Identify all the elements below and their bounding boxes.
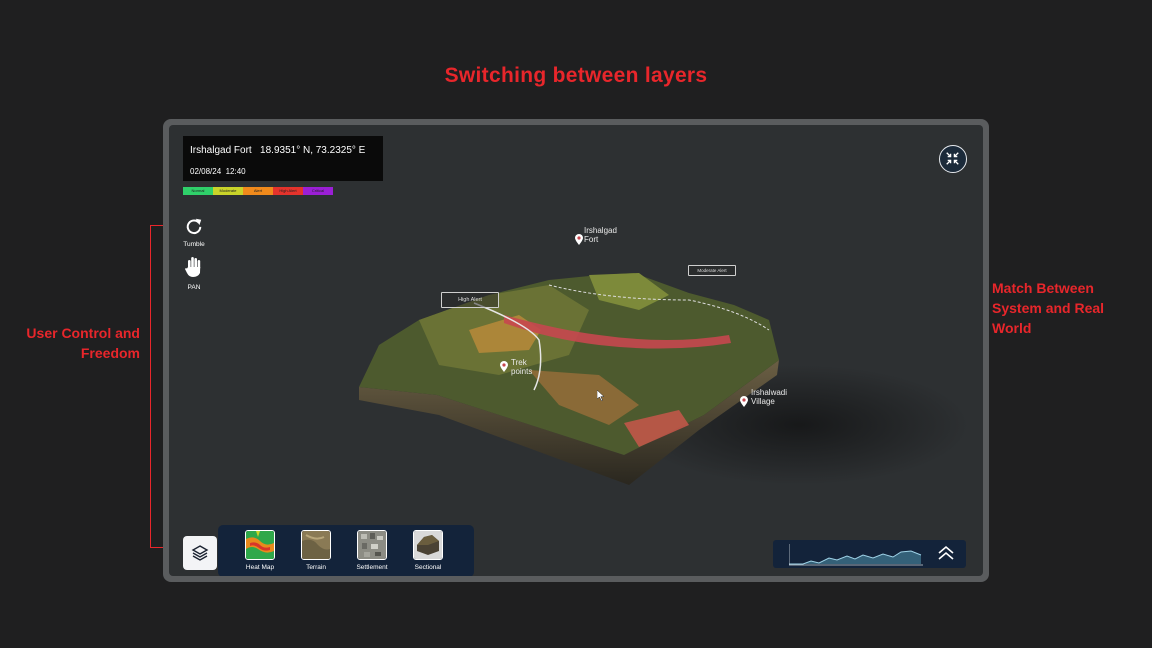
collapse-button[interactable] — [939, 145, 967, 173]
legend-moderate: Moderate — [213, 187, 243, 195]
location-date: 02/08/24 — [190, 167, 222, 176]
tumble-label: Tumble — [183, 241, 205, 248]
annotation-match-system: Match Between System and Real World — [992, 280, 1105, 336]
heatmap-thumbnail — [245, 530, 275, 560]
layer-heat-map-label: Heat Map — [245, 564, 275, 571]
elevation-sparkline — [789, 544, 923, 566]
collapse-icon — [946, 152, 959, 165]
layer-terrain-label: Terrain — [306, 564, 326, 571]
moderate-alert-callout[interactable]: Moderate Alert — [688, 265, 736, 276]
sectional-thumbnail — [413, 530, 443, 560]
alert-legend: Normal Moderate Alert High Alert Critica… — [183, 187, 333, 195]
location-time: 12:40 — [225, 167, 246, 176]
layer-terrain[interactable]: Terrain — [291, 530, 341, 571]
location-info-panel: Irshalgad Fort 18.9351° N, 73.2325° E 02… — [183, 136, 383, 181]
legend-alert: Alert — [243, 187, 273, 195]
location-pin-icon — [500, 361, 508, 372]
location-pin-icon — [575, 234, 583, 245]
pin-fort[interactable]: Irshalgad Fort — [575, 226, 617, 245]
pin-trek[interactable]: Trek points — [500, 358, 532, 376]
pin-village[interactable]: Irshalwadi Village — [740, 388, 787, 407]
layer-settlement-label: Settlement — [356, 564, 388, 571]
timeline-panel[interactable] — [773, 540, 966, 568]
pan-tool[interactable]: PAN — [181, 256, 207, 291]
legend-critical: Critical — [303, 187, 333, 195]
pin-fort-line2: Fort — [584, 235, 599, 244]
map-screen[interactable]: Irshalgad Fort 18.9351° N, 73.2325° E 02… — [169, 125, 983, 576]
location-name: Irshalgad Fort — [190, 145, 252, 156]
rotate-icon — [186, 218, 202, 235]
legend-high-alert: High Alert — [273, 187, 303, 195]
layers-icon — [191, 545, 209, 561]
layers-toggle-button[interactable] — [183, 536, 217, 570]
terrain-thumbnail — [301, 530, 331, 560]
location-coords: 18.9351° N, 73.2325° E — [260, 145, 366, 156]
high-alert-callout[interactable]: High Alert — [441, 292, 499, 308]
annotation-user-control: User Control and Freedom — [26, 325, 140, 361]
layer-sectional[interactable]: Sectional — [403, 530, 453, 571]
hand-icon — [185, 257, 201, 277]
pin-village-line2: Village — [751, 397, 775, 406]
device-frame: Irshalgad Fort 18.9351° N, 73.2325° E 02… — [163, 119, 989, 582]
layer-settlement[interactable]: Settlement — [347, 530, 397, 571]
cursor-icon — [597, 390, 605, 401]
location-pin-icon — [740, 396, 748, 407]
expand-up-icon[interactable] — [937, 545, 955, 561]
layer-switcher: Heat Map Terrain Settlement Sectional — [218, 525, 474, 576]
layer-heat-map[interactable]: Heat Map — [235, 530, 285, 571]
settlement-thumbnail — [357, 530, 387, 560]
tumble-tool[interactable]: Tumble — [181, 217, 207, 248]
legend-normal: Normal — [183, 187, 213, 195]
pin-trek-line2: points — [511, 367, 533, 376]
page-title: Switching between layers — [444, 64, 708, 87]
pan-label: PAN — [187, 284, 201, 291]
layer-sectional-label: Sectional — [414, 564, 442, 571]
